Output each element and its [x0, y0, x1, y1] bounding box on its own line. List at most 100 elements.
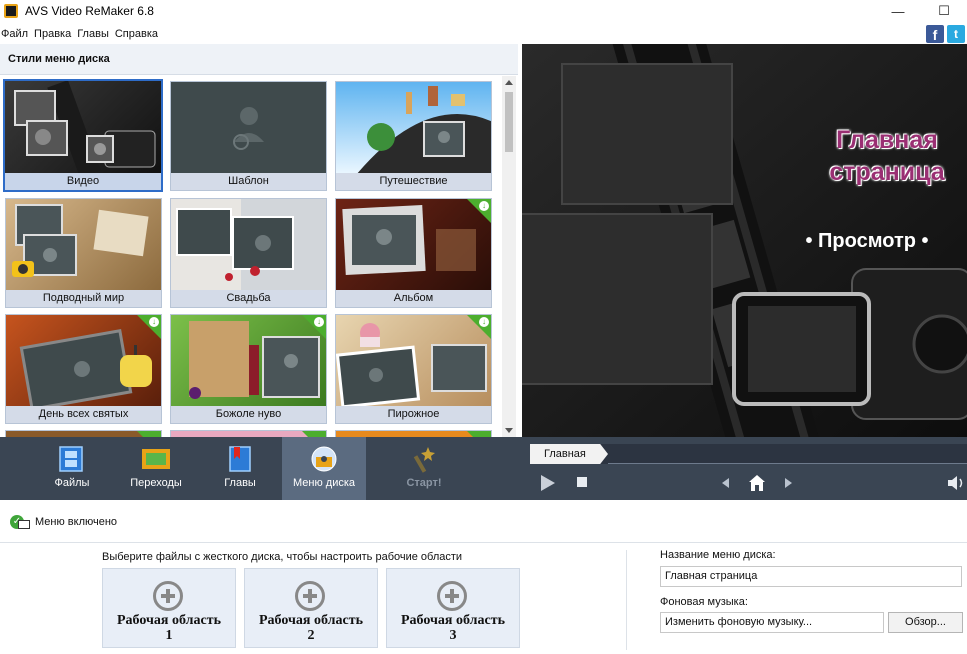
style-label: Свадьба	[171, 290, 326, 307]
social-links: f t	[926, 25, 965, 43]
style-thumb-video[interactable]: Видео	[3, 79, 163, 192]
start-label: Старт!	[406, 477, 442, 489]
styles-scrollbar[interactable]	[502, 76, 516, 437]
music-input[interactable]: Изменить фоновую музыку...	[660, 612, 884, 633]
transitions-label: Переходы	[130, 477, 182, 489]
style-thumb-travel[interactable]: Путешествие	[335, 81, 492, 191]
workarea-hint: Выберите файлы с жесткого диска, чтобы н…	[102, 551, 463, 563]
chapters-button[interactable]: Главы	[198, 437, 282, 500]
workarea-label: Рабочая область 1	[117, 613, 221, 643]
transitions-button[interactable]: Переходы	[114, 437, 198, 500]
style-label: Божоле нуво	[171, 406, 326, 423]
workarea-3[interactable]: Рабочая область 3	[386, 568, 520, 648]
workarea-1[interactable]: Рабочая область 1	[102, 568, 236, 648]
volume-icon[interactable]	[946, 474, 966, 492]
window-title: AVS Video ReMaker 6.8	[25, 4, 154, 18]
menu-bar: Файл Правка Главы Справка f t	[0, 24, 967, 44]
previous-icon[interactable]	[720, 477, 730, 489]
title-bar: AVS Video ReMaker 6.8 — ☐	[0, 0, 967, 22]
download-icon[interactable]: ↓	[479, 317, 489, 327]
style-label: День всех святых	[6, 406, 161, 423]
style-thumb-cake[interactable]: ↓ Пирожное	[335, 314, 492, 424]
workarea-label: Рабочая область 3	[401, 613, 505, 643]
divider	[0, 542, 967, 543]
underwater-style-preview	[12, 204, 149, 277]
sequence-line	[608, 463, 967, 464]
menu-edit[interactable]: Правка	[33, 28, 75, 40]
window-controls: — ☐	[875, 0, 967, 22]
files-button[interactable]: Файлы	[30, 437, 114, 500]
sequence-tab-main[interactable]: Главная	[530, 444, 608, 464]
menu-file[interactable]: Файл	[0, 28, 32, 40]
app-film-icon	[4, 4, 18, 18]
start-button[interactable]: Старт!	[382, 437, 466, 500]
menu-name-input[interactable]: Главная страница	[660, 566, 962, 587]
home-icon[interactable]	[748, 474, 766, 492]
menu-help[interactable]: Справка	[114, 28, 162, 40]
twitter-icon[interactable]: t	[947, 25, 965, 43]
disc-menu-label: Меню диска	[292, 477, 356, 489]
style-label: Пирожное	[336, 406, 491, 423]
style-label: Путешествие	[336, 173, 491, 190]
workarea-2[interactable]: Рабочая область 2	[244, 568, 378, 648]
wedding-style-preview	[176, 199, 326, 290]
scroll-down-icon[interactable]	[505, 428, 513, 433]
play-icon[interactable]	[538, 473, 558, 493]
style-label: Видео	[5, 173, 161, 190]
menu-settings-area: ✓ Меню включено Выберите файлы с жестког…	[0, 500, 967, 654]
style-thumb-row4-1[interactable]	[5, 430, 162, 437]
preview-main-title: Главная страница	[829, 126, 945, 186]
files-film-icon	[59, 446, 83, 472]
transitions-film-icon	[142, 449, 170, 469]
disc-menu-button[interactable]: Меню диска	[282, 437, 366, 500]
stop-icon[interactable]	[576, 476, 588, 488]
facebook-icon[interactable]: f	[926, 25, 944, 43]
template-style-preview	[171, 82, 326, 173]
vertical-divider	[626, 550, 627, 650]
menu-enabled-label: Меню включено	[35, 515, 118, 528]
panel-header: Стили меню диска	[0, 44, 518, 75]
chapters-film-icon	[229, 446, 251, 472]
main-toolbar: Файлы Переходы Главы Меню диска Старт! Г…	[0, 437, 967, 500]
style-thumb-underwater[interactable]: Подводный мир	[5, 198, 162, 308]
menu-name-label: Название меню диска:	[660, 549, 776, 561]
style-thumb-template[interactable]: Шаблон	[170, 81, 327, 191]
scroll-up-icon[interactable]	[505, 80, 513, 85]
style-thumb-beaujolais[interactable]: ↓ Божоле нуво	[170, 314, 327, 424]
travel-style-preview	[357, 86, 491, 173]
style-label: Подводный мир	[6, 290, 161, 307]
download-icon[interactable]: ↓	[314, 317, 324, 327]
next-icon[interactable]	[784, 477, 794, 489]
style-thumb-halloween[interactable]: ↓ День всех святых	[5, 314, 162, 424]
add-icon	[153, 581, 183, 611]
magic-wand-icon	[413, 447, 435, 473]
style-thumb-wedding[interactable]: Свадьба	[170, 198, 327, 308]
menu-preview: Главная страница • Просмотр •	[522, 44, 967, 437]
menu-styles-panel: Стили меню диска Видео Шаблон Путешестви…	[0, 44, 518, 437]
minimize-button[interactable]: —	[875, 0, 921, 22]
workarea-label: Рабочая область 2	[259, 613, 363, 643]
scroll-thumb[interactable]	[505, 92, 513, 152]
style-thumb-row4-2[interactable]	[170, 430, 327, 437]
add-icon	[437, 581, 467, 611]
style-thumb-album[interactable]: ↓ Альбом	[335, 198, 492, 308]
files-label: Файлы	[54, 477, 90, 489]
download-icon[interactable]: ↓	[149, 317, 159, 327]
menu-box-icon	[18, 520, 30, 529]
menu-enabled-toggle[interactable]: ✓ Меню включено	[10, 514, 117, 529]
disc-menu-icon	[311, 446, 337, 472]
style-label: Шаблон	[171, 173, 326, 190]
video-style-preview	[14, 81, 156, 173]
browse-button[interactable]: Обзор...	[888, 612, 963, 633]
style-thumb-row4-3[interactable]	[335, 430, 492, 437]
download-icon[interactable]: ↓	[479, 201, 489, 211]
menu-chapters[interactable]: Главы	[76, 28, 113, 40]
styles-grid: Видео Шаблон Путешествие Подводный мир С…	[0, 76, 500, 437]
chapters-label: Главы	[224, 477, 256, 489]
style-label: Альбом	[336, 290, 491, 307]
menu-sequence-bar: Главная	[530, 444, 967, 464]
maximize-button[interactable]: ☐	[921, 0, 967, 22]
add-icon	[295, 581, 325, 611]
music-label: Фоновая музыка:	[660, 596, 748, 608]
preview-view-link: • Просмотр •	[805, 230, 929, 252]
